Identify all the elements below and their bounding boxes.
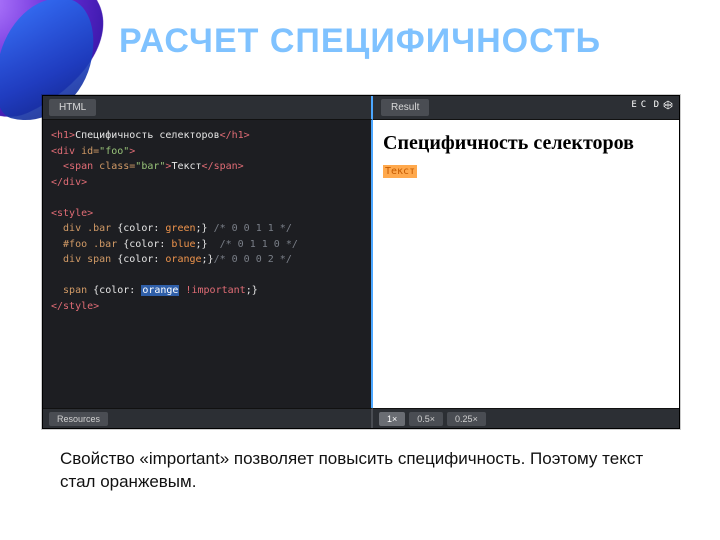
codepen-panel: HTML Result E C D <h1>Специфичность селе…: [42, 95, 680, 429]
result-heading: Специфичность селекторов: [383, 132, 669, 155]
footer-right: 1× 0.5× 0.25×: [373, 408, 679, 428]
zoom-1x[interactable]: 1×: [379, 412, 405, 426]
html-pane-header: HTML: [43, 96, 373, 120]
result-pane-header: Result E C D: [373, 96, 679, 120]
slide-caption: Свойство «important» позволяет повысить …: [60, 448, 660, 494]
zoom-0-25x[interactable]: 0.25×: [447, 412, 486, 426]
slide-title: РАСЧЕТ СПЕЦИФИЧНОСТЬ: [0, 22, 720, 61]
tab-result[interactable]: Result: [381, 99, 429, 116]
result-pane: Специфичность селекторов Текст: [373, 120, 679, 408]
codepen-logo-icon: [663, 100, 673, 110]
result-text: Текст: [383, 165, 417, 178]
html-code-pane[interactable]: <h1>Специфичность селекторов</h1> <div i…: [43, 120, 373, 408]
codepen-brand: E C D: [631, 100, 673, 110]
resources-button[interactable]: Resources: [49, 412, 108, 426]
tab-html[interactable]: HTML: [49, 99, 96, 116]
footer-left: Resources: [43, 408, 373, 428]
zoom-0-5x[interactable]: 0.5×: [409, 412, 443, 426]
